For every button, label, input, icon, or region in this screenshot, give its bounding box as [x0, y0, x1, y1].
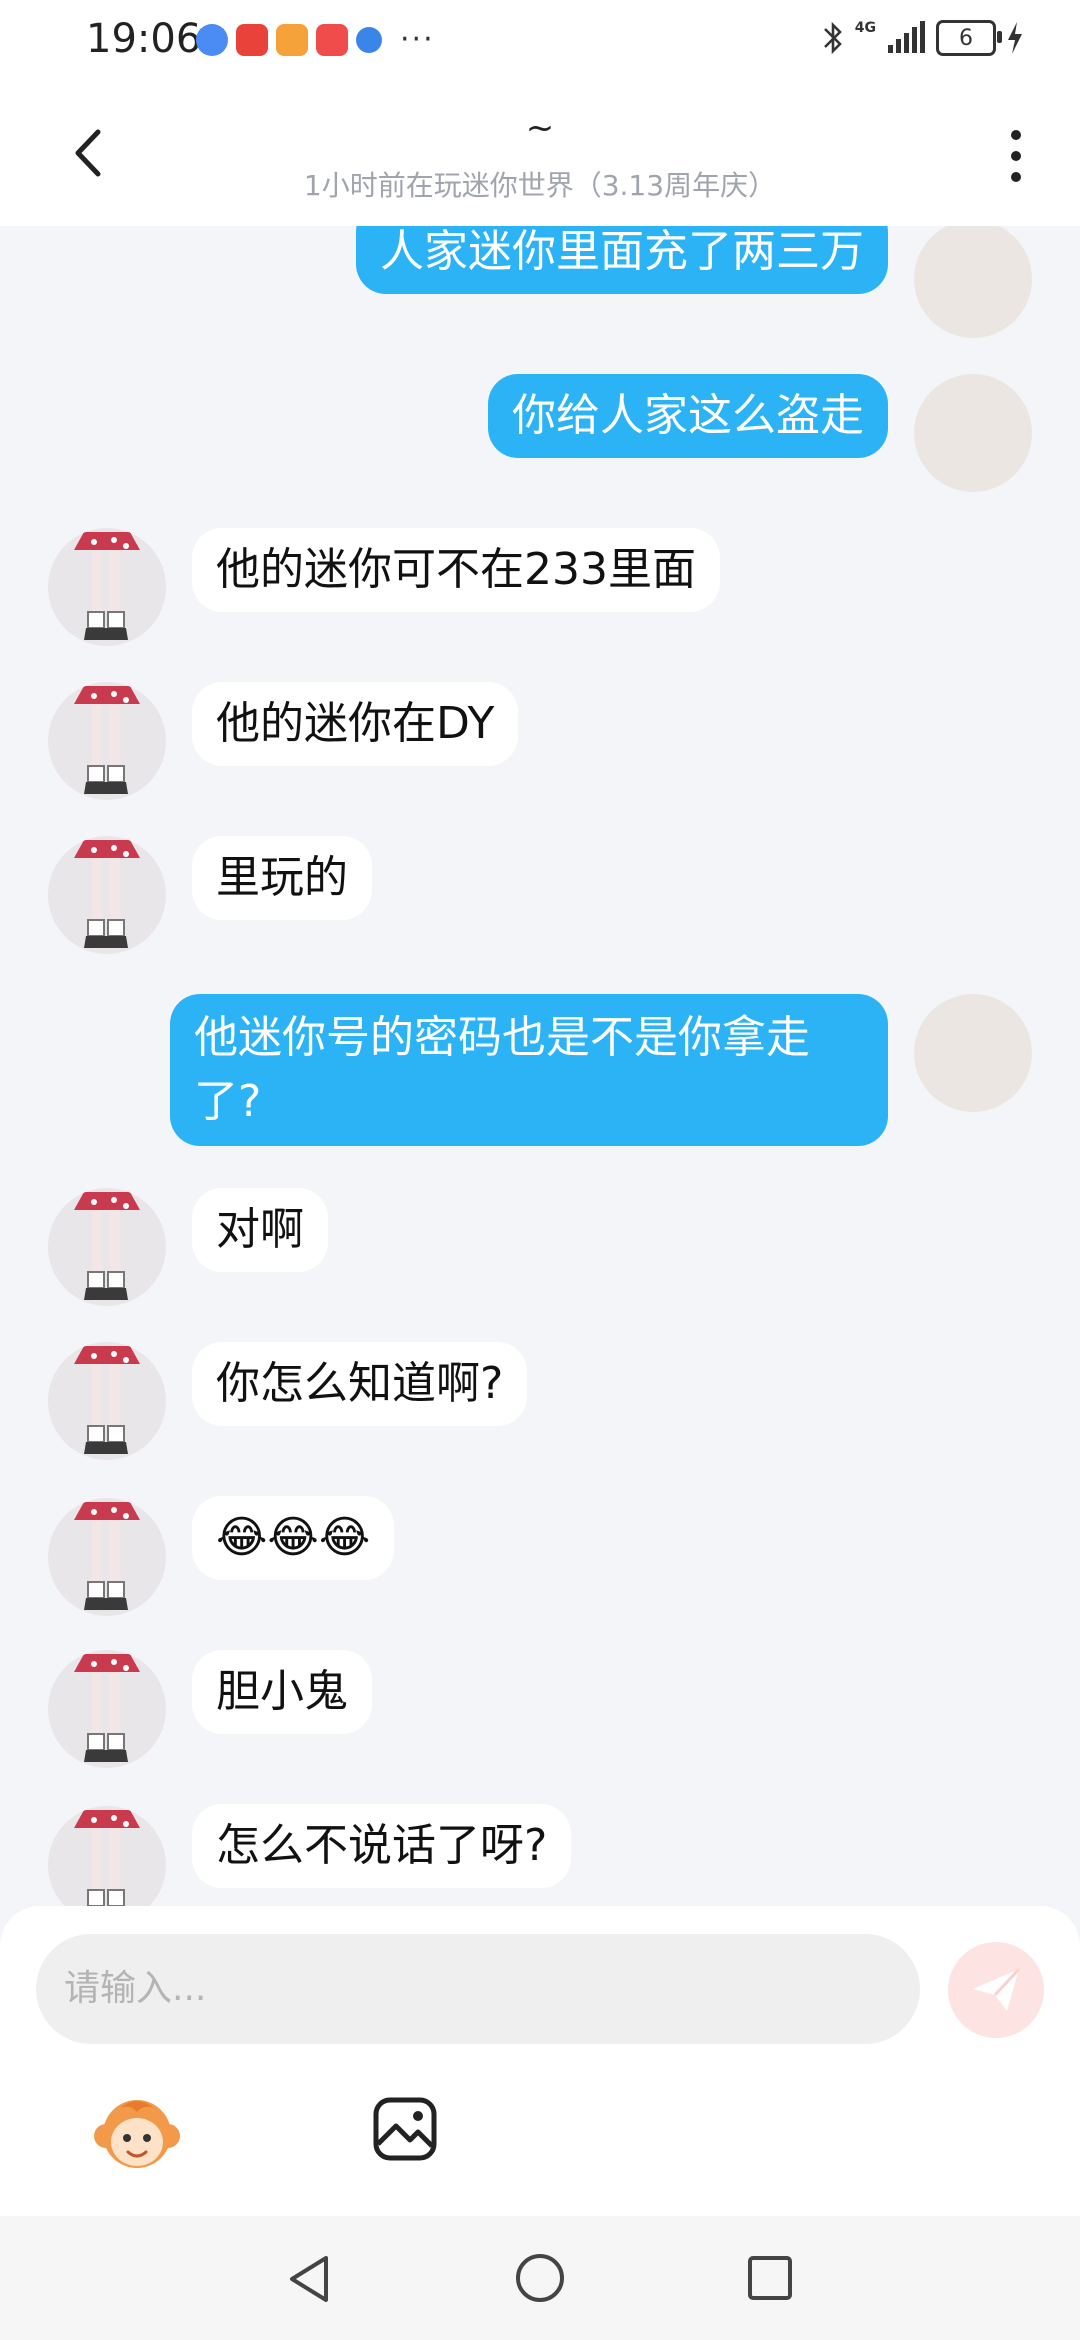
contact-avatar[interactable] — [48, 1806, 166, 1906]
my-avatar[interactable] — [914, 994, 1032, 1112]
red-app-icon — [236, 23, 268, 56]
my-message-bubble[interactable]: 他迷你号的密码也是不是你拿走了? — [170, 994, 888, 1146]
message-composer: 请输入... — [0, 1906, 1080, 2216]
status-bar: 19:06 ··· 4G 6 — [0, 0, 1080, 80]
contact-message-bubble[interactable]: 里玩的 — [192, 836, 372, 920]
contact-message-bubble[interactable]: 你怎么知道啊? — [192, 1342, 528, 1426]
contact-avatar[interactable] — [48, 528, 166, 646]
chat-title: ~ — [525, 108, 555, 148]
image-button[interactable] — [372, 2096, 438, 2162]
character-avatar-icon — [74, 840, 140, 948]
monkey-face-icon — [94, 2100, 180, 2168]
my-avatar[interactable] — [914, 374, 1032, 492]
my-message-bubble[interactable]: 你给人家这么盗走 — [488, 374, 888, 458]
my-message-bubble[interactable]: 人家迷你里面充了两三万 — [356, 226, 888, 294]
contact-message-bubble[interactable]: 😂😂😂 — [192, 1496, 395, 1580]
system-icons: 4G 6 — [821, 20, 1024, 56]
contact-message-bubble[interactable]: 他的迷你在DY — [192, 682, 519, 766]
contact-avatar[interactable] — [48, 836, 166, 954]
message-input[interactable]: 请输入... — [36, 1934, 920, 2044]
music-app-icon — [196, 23, 228, 56]
send-button[interactable] — [948, 1942, 1044, 2038]
more-dot-icon — [1011, 130, 1021, 140]
character-avatar-icon — [74, 532, 140, 640]
notification-icons: ··· — [196, 22, 435, 57]
contact-message-bubble[interactable]: 他的迷你可不在233里面 — [192, 528, 720, 612]
send-icon — [973, 1967, 1021, 2011]
contact-avatar[interactable] — [48, 1342, 166, 1460]
chat-subtitle: 1小时前在玩迷你世界（3.13周年庆） — [303, 169, 777, 202]
more-options-button[interactable] — [996, 124, 1036, 190]
character-avatar-icon — [74, 1810, 140, 1906]
chat-header: ~ 1小时前在玩迷你世界（3.13周年庆） — [0, 80, 1080, 226]
contact-avatar[interactable] — [48, 1188, 166, 1306]
image-icon — [373, 2097, 437, 2161]
network-type: 4G — [854, 20, 876, 36]
contact-avatar[interactable] — [48, 1498, 166, 1616]
system-navigation-bar — [0, 2216, 1080, 2340]
charging-icon — [1008, 22, 1022, 54]
huawei-app-icon — [316, 23, 348, 56]
character-avatar-icon — [74, 1346, 140, 1454]
contact-avatar[interactable] — [48, 1650, 166, 1768]
character-avatar-icon — [74, 1502, 140, 1610]
character-avatar-icon — [74, 1654, 140, 1762]
more-dot-icon — [1011, 172, 1021, 182]
character-avatar-icon — [74, 686, 140, 794]
contact-message-bubble[interactable]: 对啊 — [192, 1188, 328, 1272]
nav-recents-icon[interactable] — [746, 2254, 794, 2302]
message-list[interactable]: 人家迷你里面充了两三万 你给人家这么盗走 他的迷你可不在233里面 他的迷你在D… — [0, 226, 1080, 1906]
signal-icon — [888, 21, 925, 53]
my-avatar[interactable] — [914, 226, 1032, 338]
nav-home-icon[interactable] — [514, 2252, 566, 2304]
contact-message-bubble[interactable]: 怎么不说话了呀? — [192, 1804, 572, 1888]
contact-avatar[interactable] — [48, 682, 166, 800]
video-app-icon — [276, 23, 308, 56]
bluetooth-icon — [823, 21, 842, 55]
sticker-button[interactable] — [92, 2090, 182, 2180]
battery-icon: 6 — [936, 20, 1002, 56]
status-time: 19:06 — [86, 16, 202, 62]
browser-app-icon — [356, 26, 382, 53]
nav-back-icon[interactable] — [284, 2252, 334, 2306]
character-avatar-icon — [74, 1192, 140, 1300]
more-dot-icon — [1011, 151, 1021, 161]
battery-level: 6 — [959, 25, 973, 51]
more-notifications-icon: ··· — [400, 22, 435, 57]
contact-message-bubble[interactable]: 胆小鬼 — [192, 1650, 372, 1734]
